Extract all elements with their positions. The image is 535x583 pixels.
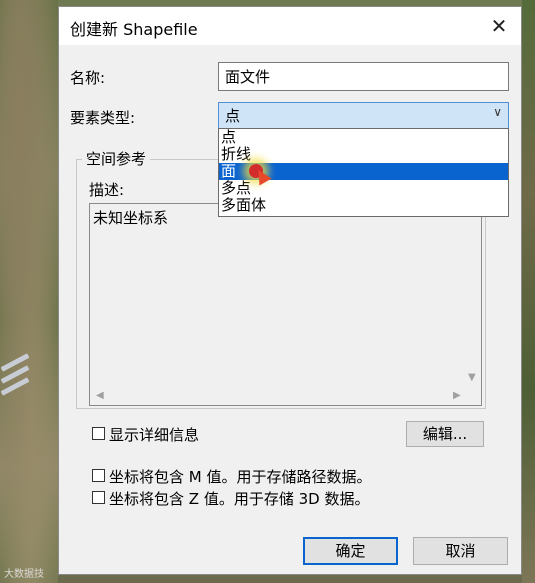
scroll-right-icon[interactable]: ▶ bbox=[453, 390, 461, 401]
satellite-background-bottom bbox=[58, 575, 522, 583]
description-label: 描述: bbox=[89, 181, 125, 199]
m-values-label: 坐标将包含 M 值。用于存储路径数据。 bbox=[109, 468, 372, 486]
vertical-scrollbar[interactable]: ▲ ▼ bbox=[464, 204, 481, 387]
dropdown-option-point[interactable]: 点 bbox=[219, 129, 508, 146]
chevron-down-icon[interactable]: ∨ bbox=[493, 105, 502, 119]
show-details-label: 显示详细信息 bbox=[109, 426, 200, 444]
dialog-title: 创建新 Shapefile bbox=[70, 20, 198, 39]
name-label: 名称: bbox=[70, 69, 106, 87]
feature-type-dropdown-list: 点 折线 面 多点 多面体 bbox=[218, 128, 509, 217]
description-text: 未知坐标系 bbox=[93, 209, 169, 227]
feature-type-value: 点 bbox=[225, 107, 241, 125]
feature-type-select[interactable]: 点 ∨ bbox=[218, 102, 509, 129]
cancel-button[interactable]: 取消 bbox=[413, 537, 508, 565]
z-values-label: 坐标将包含 Z 值。用于存储 3D 数据。 bbox=[109, 490, 370, 508]
show-details-checkbox[interactable] bbox=[92, 427, 105, 440]
title-bar: 创建新 Shapefile ✕ bbox=[59, 7, 521, 45]
satellite-background-right bbox=[522, 0, 535, 583]
watermark: 大数据技 bbox=[4, 569, 44, 580]
horizontal-scrollbar[interactable]: ◀ ▶ bbox=[90, 387, 481, 405]
scroll-left-icon[interactable]: ◀ bbox=[96, 390, 104, 401]
scroll-down-icon[interactable]: ▼ bbox=[468, 372, 476, 383]
spatial-reference-title: 空间参考 bbox=[82, 148, 151, 169]
dropdown-option-multipatch[interactable]: 多面体 bbox=[219, 197, 508, 214]
close-button[interactable]: ✕ bbox=[483, 11, 515, 41]
description-box: 未知坐标系 ▲ ▼ ◀ ▶ bbox=[89, 203, 482, 406]
dropdown-option-polyline[interactable]: 折线 bbox=[219, 146, 508, 163]
close-icon: ✕ bbox=[490, 14, 508, 38]
create-shapefile-dialog: 创建新 Shapefile ✕ 名称: 面文件 要素类型: 点 ∨ 空间参考 描… bbox=[58, 6, 522, 575]
satellite-background-left bbox=[0, 0, 58, 583]
feature-type-label: 要素类型: bbox=[70, 109, 136, 127]
m-values-checkbox[interactable] bbox=[92, 469, 105, 482]
name-input[interactable]: 面文件 bbox=[218, 62, 509, 91]
z-values-checkbox[interactable] bbox=[92, 491, 105, 504]
edit-button[interactable]: 编辑... bbox=[406, 421, 484, 447]
ok-button[interactable]: 确定 bbox=[303, 537, 398, 565]
